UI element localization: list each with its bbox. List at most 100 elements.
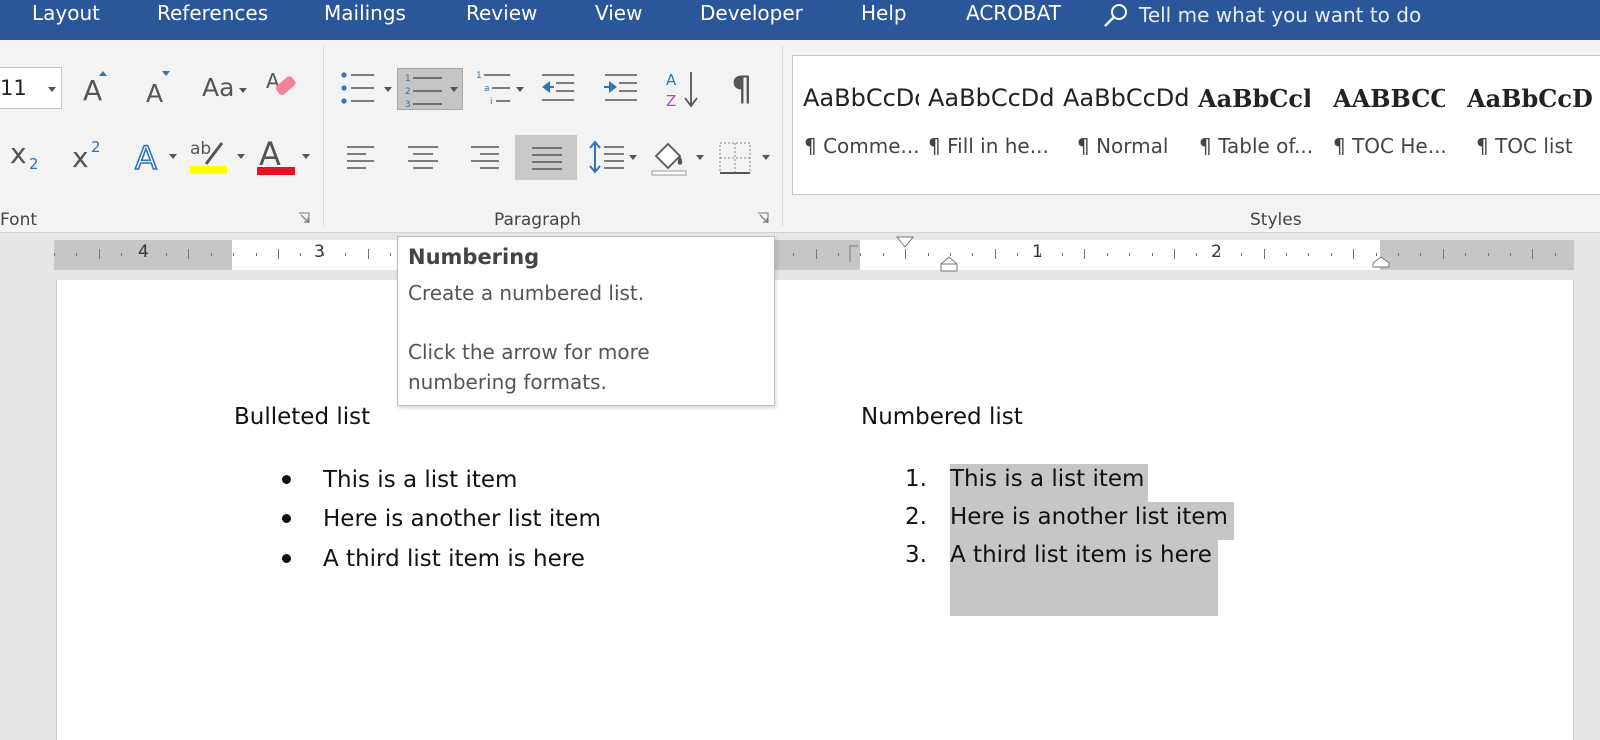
change-case-dropdown-icon[interactable]: [239, 88, 247, 93]
decrease-indent-icon[interactable]: [540, 72, 576, 104]
line-spacing-icon[interactable]: [589, 140, 625, 174]
tab-help[interactable]: Help: [861, 0, 907, 28]
style-toc-heading[interactable]: AABBCC ¶ TOC He...: [1327, 56, 1461, 194]
ruler-tick: [166, 253, 167, 256]
tooltip-description: Create a numbered list.: [408, 281, 645, 305]
ruler-tick: [1442, 249, 1444, 259]
highlight-color-icon[interactable]: ab: [190, 137, 230, 177]
font-size-box[interactable]: 11: [0, 67, 62, 109]
font-dialog-launcher-icon[interactable]: [298, 212, 310, 224]
svg-text:A: A: [83, 74, 102, 104]
bullets-icon[interactable]: [340, 70, 376, 106]
borders-dropdown-icon[interactable]: [762, 155, 770, 160]
shading-dropdown-icon[interactable]: [696, 155, 704, 160]
align-right-icon[interactable]: [470, 145, 500, 171]
style-table-of-contents[interactable]: AaBbCcl ¶ Table of...: [1193, 56, 1323, 194]
tooltip-hint: Click the arrow for more: [408, 340, 650, 364]
increase-indent-icon[interactable]: [603, 72, 639, 104]
justify-button[interactable]: [515, 135, 577, 180]
numbered-list-marker: 1.: [905, 466, 927, 492]
svg-text:x: x: [10, 137, 27, 170]
grow-font-icon[interactable]: A: [80, 68, 110, 104]
tooltip-hint-continued: numbering formats.: [408, 370, 607, 394]
change-case-button[interactable]: Aa: [202, 73, 234, 102]
subscript-icon[interactable]: x 2: [8, 137, 44, 173]
ruler-tick: [1510, 253, 1511, 256]
superscript-icon[interactable]: x 2: [70, 137, 106, 173]
ruler-tick: [1353, 249, 1355, 259]
svg-text:A: A: [146, 79, 163, 104]
ruler-tick: [1106, 253, 1108, 256]
sort-icon[interactable]: A Z: [665, 68, 701, 110]
numbering-dropdown-icon[interactable]: [450, 87, 458, 92]
ruler-tick: [815, 249, 817, 259]
bullet-marker: [282, 514, 291, 523]
ruler-tick: [1151, 253, 1153, 256]
font-size-value: 11: [0, 76, 27, 100]
ruler-tick: [300, 253, 302, 256]
style-preview: AaBbCcDd: [803, 84, 919, 112]
font-color-dropdown-icon[interactable]: [302, 154, 310, 159]
left-tab-marker-icon[interactable]: [848, 244, 860, 264]
text-effects-icon[interactable]: A: [133, 137, 167, 175]
style-normal[interactable]: AaBbCcDd ¶ Normal: [1059, 56, 1189, 194]
tab-review[interactable]: Review: [466, 0, 537, 28]
document-page[interactable]: Bulleted list This is a list item Here i…: [56, 280, 1574, 740]
horizontal-ruler[interactable]: 4 3 1 2: [54, 236, 1574, 272]
first-line-indent-marker-icon[interactable]: [896, 236, 914, 250]
style-name: ¶ Table of...: [1199, 134, 1314, 158]
hanging-indent-marker-icon[interactable]: [940, 256, 958, 272]
tab-layout[interactable]: Layout: [32, 0, 100, 28]
ruler-tick: [927, 253, 929, 256]
show-formatting-marks-icon[interactable]: ¶: [730, 68, 762, 108]
svg-text:a: a: [484, 84, 490, 94]
svg-text:x: x: [72, 141, 89, 173]
highlight-dropdown-icon[interactable]: [237, 154, 245, 159]
font-color-icon[interactable]: A: [257, 137, 297, 177]
ruler-tick: [121, 253, 123, 256]
font-group-label: Font: [0, 210, 38, 230]
paragraph-dialog-launcher-icon[interactable]: [757, 212, 769, 224]
font-size-dropdown-icon: [48, 87, 56, 92]
style-name: ¶ Normal: [1077, 134, 1169, 158]
ruler-tick: [188, 249, 190, 259]
numbered-list-item: Here is another list item: [950, 504, 1228, 530]
tab-mailings[interactable]: Mailings: [324, 0, 406, 28]
borders-icon[interactable]: [718, 141, 752, 175]
multilevel-list-icon[interactable]: 1 a i: [476, 70, 512, 106]
align-center-icon[interactable]: [407, 145, 439, 171]
tell-me-placeholder: Tell me what you want to do: [1139, 3, 1422, 27]
style-toc-list[interactable]: AaBbCcD ¶ TOC list: [1463, 56, 1600, 194]
svg-text:Z: Z: [666, 92, 676, 110]
ruler-tick: [1263, 249, 1265, 259]
shrink-font-icon[interactable]: A: [143, 68, 173, 104]
tab-view[interactable]: View: [595, 0, 642, 28]
tab-references[interactable]: References: [157, 0, 268, 28]
bullets-dropdown-icon[interactable]: [384, 87, 392, 92]
ruler-tick: [860, 253, 862, 256]
ruler-tick: [1465, 253, 1467, 256]
numbering-button[interactable]: 1 2 3: [397, 68, 463, 110]
style-comment[interactable]: AaBbCcDd ¶ Comme...: [793, 56, 921, 194]
text-effects-dropdown-icon[interactable]: [169, 154, 177, 159]
numbered-list-marker: 2.: [905, 504, 927, 530]
line-spacing-dropdown-icon[interactable]: [629, 155, 637, 160]
tab-developer[interactable]: Developer: [700, 0, 803, 28]
ruler-tick: [1554, 253, 1556, 256]
svg-text:2: 2: [29, 155, 39, 173]
numbered-list-item: This is a list item: [950, 466, 1145, 492]
ruler-tick: [367, 249, 369, 259]
ruler-tick: [1062, 253, 1063, 256]
bulleted-list-item: A third list item is here: [323, 546, 585, 572]
style-fill-in-heading[interactable]: AaBbCcDd ¶ Fill in he...: [925, 56, 1055, 194]
tell-me-search[interactable]: Tell me what you want to do: [1102, 0, 1421, 30]
shading-icon[interactable]: [650, 138, 690, 178]
tab-acrobat[interactable]: ACROBAT: [966, 0, 1061, 28]
style-name: ¶ Comme...: [804, 134, 920, 158]
align-left-icon[interactable]: [346, 145, 376, 171]
style-preview: AaBbCcl: [1198, 84, 1310, 113]
right-indent-marker-icon[interactable]: [1372, 256, 1390, 268]
ruler-tick: [1330, 253, 1332, 256]
multilevel-dropdown-icon[interactable]: [516, 87, 524, 92]
clear-formatting-icon[interactable]: A: [264, 66, 304, 106]
